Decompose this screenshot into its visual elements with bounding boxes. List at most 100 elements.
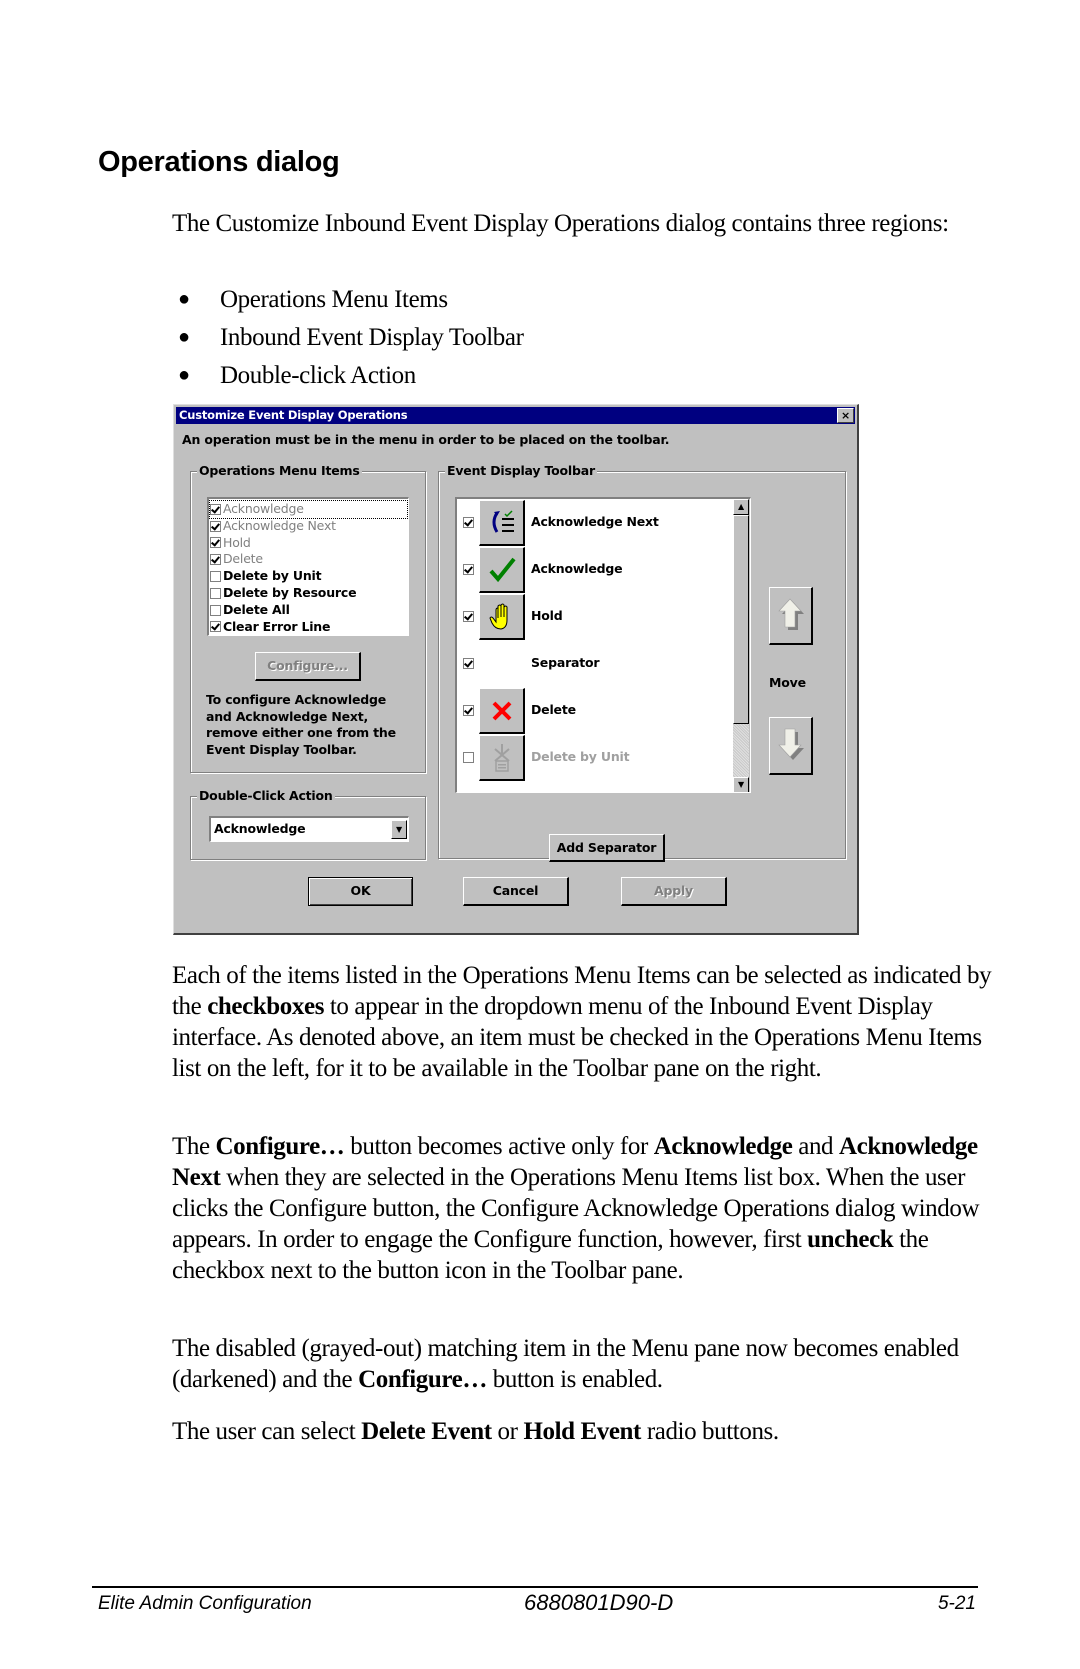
list-item: ● Operations Menu Items	[172, 284, 524, 322]
menu-item-label: Acknowledge	[223, 501, 304, 516]
group-label: Double-Click Action	[197, 788, 335, 804]
toolbar-item[interactable]: Hold	[457, 593, 734, 640]
menu-item-label: Hold	[223, 534, 251, 550]
toolbar-item[interactable]: Delete by Unit	[457, 734, 734, 781]
text-run: Configure…	[215, 1133, 345, 1160]
add-separator-button[interactable]: Add Separator	[549, 834, 665, 862]
scrollbar[interactable]: ▲ ▼	[733, 499, 750, 792]
green-checkmark-icon	[479, 547, 525, 593]
toolbar-item[interactable]: Delete	[457, 687, 734, 734]
menu-item-checkbox[interactable]	[210, 503, 221, 515]
menu-item[interactable]: Delete by Unit	[210, 568, 407, 585]
menu-item-checkbox[interactable]	[210, 537, 221, 549]
menu-item-checkbox[interactable]	[210, 571, 221, 583]
menu-item[interactable]: Delete by Resource	[210, 585, 407, 602]
move-label: Move	[769, 675, 806, 690]
menu-item[interactable]: Delete	[210, 551, 407, 568]
bullet-icon: ●	[178, 326, 190, 348]
toolbar-item-label: Separator	[531, 655, 600, 670]
scroll-track[interactable]	[733, 724, 749, 777]
menu-item-checkbox[interactable]	[210, 587, 221, 599]
toolbar-item-label: Acknowledge	[531, 561, 623, 576]
delete-by-unit-icon	[479, 735, 525, 781]
menu-item-label: Delete	[223, 551, 263, 567]
group-label: Event Display Toolbar	[445, 463, 597, 479]
text-run: uncheck	[807, 1226, 894, 1253]
toolbar-item-label: Hold	[531, 608, 563, 623]
apply-button[interactable]: Apply	[621, 877, 727, 906]
text-run: Hold Event	[523, 1418, 641, 1445]
menu-item[interactable]: Delete All	[210, 602, 407, 619]
toolbar-item[interactable]: Separator	[457, 640, 734, 687]
text-run: Configure…	[358, 1366, 487, 1393]
text-run: Acknowledge	[214, 821, 306, 836]
move-down-button[interactable]	[769, 717, 813, 775]
text-run: Add Separator	[556, 840, 657, 855]
operations-menu-group: Operations Menu Items Acknowledge Acknowl…	[190, 463, 426, 773]
text-run: checkboxes	[207, 993, 325, 1020]
dropdown-arrow-icon[interactable]: ▼	[391, 820, 407, 839]
customize-operations-dialog: Customize Event Display Operations × An …	[173, 404, 859, 935]
double-click-action-group: Double-Click Action Acknowledge ▼	[190, 788, 426, 860]
menu-item-checkbox[interactable]	[210, 520, 221, 532]
close-icon: ×	[840, 409, 851, 422]
list-item: ● Inbound Event Display Toolbar	[172, 322, 524, 360]
paragraph-enabled: The disabled (grayed-out) matching item …	[172, 1333, 992, 1395]
toolbar-listbox[interactable]: Acknowledge Next Acknowledge Hold Separator…	[455, 497, 751, 793]
footer-doc-number: 6880801D90-D	[524, 1590, 674, 1615]
text-run: Double-click Action	[220, 362, 416, 389]
region-list: ● Operations Menu Items ● Inbound Event Di…	[172, 284, 524, 398]
toolbar-item-checkbox[interactable]	[463, 517, 474, 528]
menu-item[interactable]: Clear Error Line	[210, 619, 407, 636]
acknowledge-next-icon	[479, 500, 525, 546]
group-label: Operations Menu Items	[197, 463, 362, 479]
dialog-title: Customize Event Display Operations	[179, 408, 408, 422]
configure-button[interactable]: Configure...	[255, 652, 361, 681]
move-up-button[interactable]	[769, 587, 813, 645]
bullet-icon: ●	[178, 364, 190, 386]
toolbar-item-checkbox[interactable]	[463, 611, 474, 622]
text-run: and	[792, 1133, 840, 1160]
double-click-action-select[interactable]: Acknowledge ▼	[209, 816, 409, 842]
toolbar-item-label: Delete by Unit	[531, 749, 630, 764]
bullet-icon: ●	[178, 288, 190, 310]
text-run: Acknowledge	[653, 1133, 793, 1160]
text-run: Inbound Event Display Toolbar	[220, 324, 524, 351]
toolbar-item-label: Acknowledge Next	[531, 514, 659, 529]
event-display-toolbar-group: Event Display Toolbar Acknowledge Next Ac…	[438, 463, 846, 862]
cancel-button[interactable]: Cancel	[463, 877, 569, 906]
menu-item[interactable]: Acknowledge	[209, 500, 408, 519]
list-item: ● Double-click Action	[172, 360, 524, 398]
menu-item-checkbox[interactable]	[210, 554, 221, 566]
scroll-down-button[interactable]: ▼	[733, 777, 749, 792]
down-arrow-icon	[777, 728, 804, 760]
scroll-up-button[interactable]: ▲	[733, 499, 749, 515]
text-run: Configure...	[267, 658, 348, 673]
text-run: The	[172, 1133, 216, 1160]
text-run: Operations Menu Items	[220, 286, 448, 313]
footer-title: Elite Admin Configuration	[98, 1593, 312, 1614]
menu-item-label: Delete by Resource	[223, 584, 357, 600]
toolbar-item[interactable]: Acknowledge Next	[457, 499, 734, 546]
paragraph-radio: The user can select Delete Event or Hold…	[172, 1416, 992, 1447]
menu-item-checkbox[interactable]	[210, 604, 221, 616]
toolbar-item-checkbox[interactable]	[463, 705, 474, 716]
operations-menu-listbox[interactable]: Acknowledge Acknowledge Next Hold Delete Del…	[207, 497, 409, 636]
close-button[interactable]: ×	[837, 408, 854, 423]
toolbar-item[interactable]: Acknowledge	[457, 546, 734, 593]
toolbar-item-checkbox[interactable]	[463, 658, 474, 669]
text-run: radio buttons.	[640, 1418, 779, 1445]
instruction-text: An operation must be in the menu in orde…	[182, 432, 670, 447]
scroll-thumb[interactable]	[733, 515, 749, 724]
menu-item-label: Delete by Unit	[223, 568, 322, 584]
text-run: or	[491, 1418, 524, 1445]
toolbar-item-label: Delete	[531, 702, 576, 717]
dialog-titlebar: Customize Event Display Operations ×	[176, 407, 855, 424]
toolbar-item-checkbox[interactable]	[463, 752, 474, 763]
yellow-hand-icon	[479, 594, 525, 640]
toolbar-item-checkbox[interactable]	[463, 564, 474, 575]
ok-button[interactable]: OK	[308, 877, 413, 906]
menu-item-checkbox[interactable]	[210, 621, 221, 633]
menu-item[interactable]: Acknowledge Next	[210, 518, 407, 535]
menu-item[interactable]: Hold	[210, 535, 407, 552]
